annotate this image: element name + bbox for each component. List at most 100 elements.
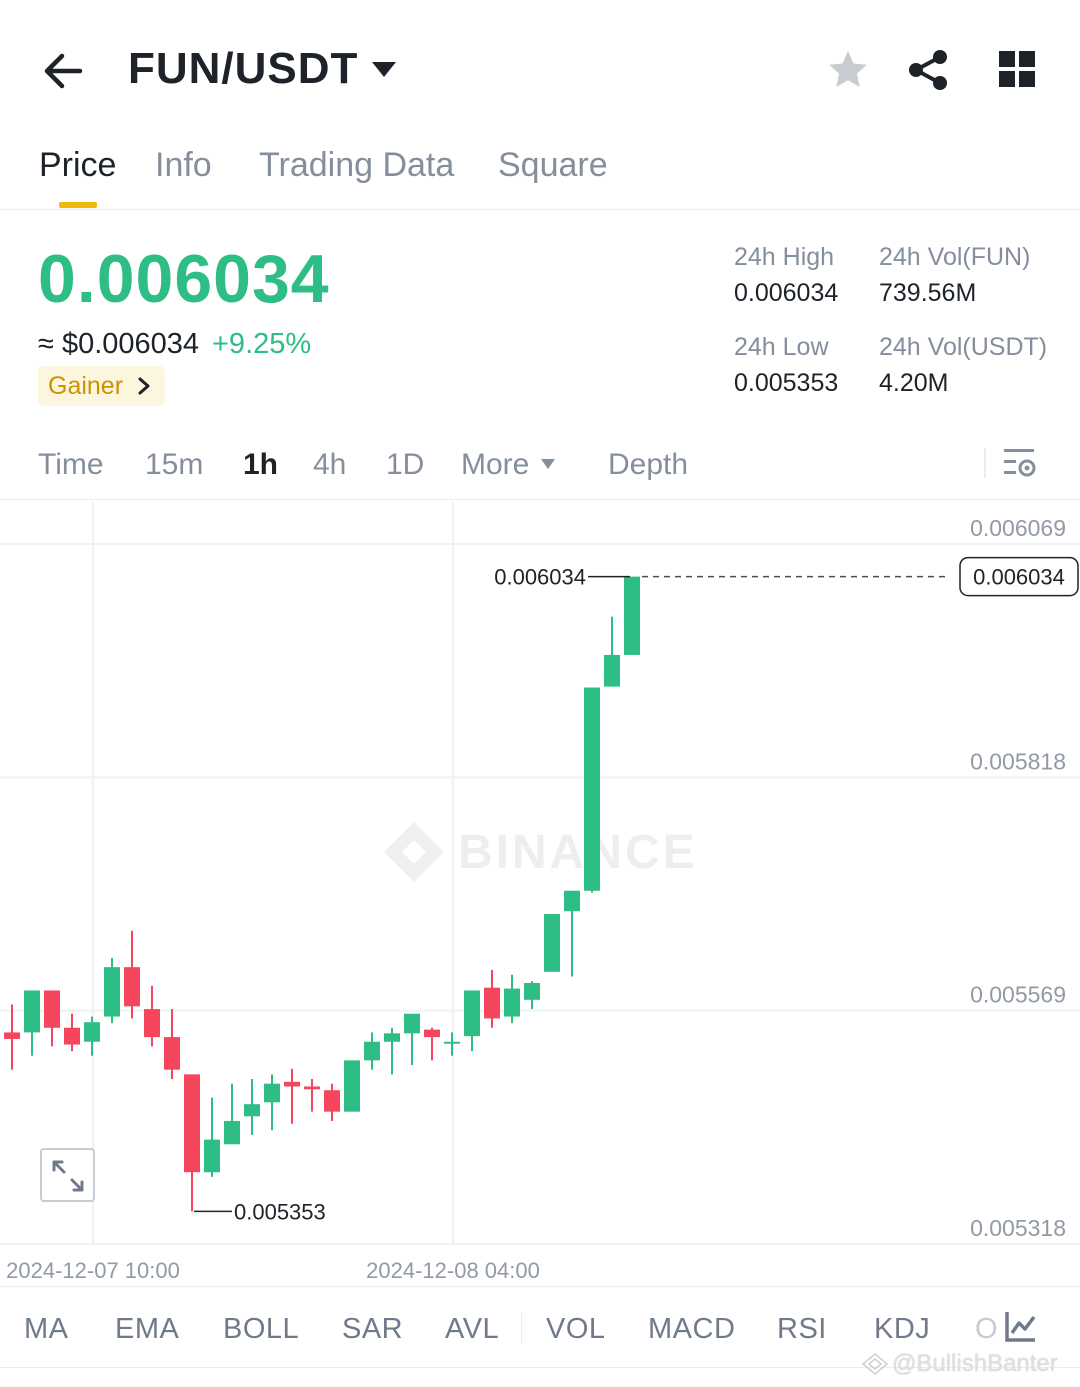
expand-diagonal-icon: [52, 1160, 84, 1192]
y-tick-label: 0.005569: [970, 982, 1066, 1008]
candle-body: [564, 890, 580, 912]
last-price: 0.006034: [38, 241, 330, 317]
trading-pair-title[interactable]: FUN/USDT: [128, 44, 358, 94]
candle-body: [624, 576, 640, 655]
binance-logo-icon: [862, 1353, 888, 1375]
divider: [521, 1313, 522, 1343]
indicator-macd[interactable]: MACD: [648, 1313, 735, 1346]
candle-body: [444, 1041, 460, 1044]
indicator-avl[interactable]: AVL: [445, 1313, 499, 1346]
chart-settings-icon[interactable]: [1002, 446, 1038, 480]
y-tick-label: 0.005318: [970, 1215, 1066, 1241]
star-icon[interactable]: [826, 48, 870, 92]
candle-body: [364, 1041, 380, 1061]
gainer-badge[interactable]: Gainer: [38, 366, 166, 406]
stat-24h-vol-quote-value: 4.20M: [879, 369, 949, 397]
candle-body: [164, 1037, 180, 1070]
stat-24h-high-value: 0.006034: [734, 279, 839, 307]
low-marker-label: 0.005353: [234, 1199, 326, 1224]
indicator-chart-icon[interactable]: [1004, 1309, 1038, 1343]
stat-24h-low-label: 24h Low: [734, 333, 829, 361]
stat-24h-vol-base-value: 739.56M: [879, 279, 977, 307]
indicator-ma[interactable]: MA: [24, 1313, 69, 1346]
candle-body: [424, 1029, 440, 1038]
candle-body: [24, 990, 40, 1033]
high-marker-label: 0.006034: [494, 565, 586, 590]
candle-body: [84, 1022, 100, 1042]
candle-body: [104, 967, 120, 1017]
top-bar: FUN/USDT: [0, 0, 1080, 130]
candle-body: [144, 1009, 160, 1038]
candle-body: [184, 1074, 200, 1173]
candle-body: [464, 990, 480, 1037]
indicator-more-partial[interactable]: O: [975, 1313, 998, 1346]
chart-canvas: 0.006069 0.005818 0.005569 0.005318 2024-12-…: [0, 502, 1080, 1283]
stat-24h-vol-base-label: 24h Vol(FUN): [879, 243, 1031, 271]
last-price-label: 0.006034: [973, 565, 1065, 590]
candlestick-chart[interactable]: 0.006069 0.005818 0.005569 0.005318 2024-12-…: [0, 502, 1080, 1286]
indicator-kdj[interactable]: KDJ: [874, 1313, 930, 1346]
divider: [984, 448, 986, 478]
caret-down-icon[interactable]: [370, 58, 398, 80]
candle-body: [124, 967, 140, 1007]
tab-price[interactable]: Price: [39, 146, 116, 185]
tab-trading-data[interactable]: Trading Data: [259, 146, 454, 185]
active-tab-indicator: [59, 202, 97, 208]
candle-body: [64, 1027, 80, 1045]
interval-1d[interactable]: 1D: [386, 448, 424, 482]
tab-square[interactable]: Square: [498, 146, 608, 185]
candle-body: [324, 1090, 340, 1112]
fiat-price: ≈ $0.006034: [38, 328, 200, 360]
indicator-vol[interactable]: VOL: [546, 1313, 606, 1346]
candle-body: [304, 1086, 320, 1090]
chevron-right-icon: [138, 377, 150, 395]
candle-body: [284, 1081, 300, 1087]
stat-24h-vol-quote-label: 24h Vol(USDT): [879, 333, 1048, 361]
caret-down-icon[interactable]: [540, 458, 556, 470]
candle-body: [204, 1139, 220, 1173]
stat-24h-low-value: 0.005353: [734, 369, 839, 397]
price-change-percent: +9.25%: [212, 328, 312, 360]
tab-info[interactable]: Info: [155, 146, 212, 185]
candle-body: [244, 1104, 260, 1117]
indicator-boll[interactable]: BOLL: [223, 1313, 299, 1346]
candle-body: [44, 990, 60, 1028]
x-tick-label: 2024-12-08 04:00: [366, 1258, 540, 1283]
interval-depth[interactable]: Depth: [608, 448, 688, 482]
interval-time[interactable]: Time: [38, 448, 104, 482]
x-tick-label: 2024-12-07 10:00: [6, 1258, 180, 1283]
candle-body: [584, 687, 600, 891]
interval-4h[interactable]: 4h: [313, 448, 346, 482]
candle-body: [384, 1033, 400, 1042]
candle-body: [4, 1032, 20, 1039]
stat-24h-high-label: 24h High: [734, 243, 835, 271]
fullscreen-button[interactable]: [40, 1148, 95, 1202]
candle-body: [484, 987, 500, 1019]
candle-body: [404, 1013, 420, 1034]
candle-body: [504, 988, 520, 1017]
interval-more[interactable]: More: [461, 448, 529, 482]
candle-body: [604, 654, 620, 687]
interval-1h[interactable]: 1h: [243, 448, 278, 482]
main-tabs: Price Info Trading Data Square: [0, 130, 1080, 210]
candle-body: [224, 1120, 240, 1145]
candle-body: [264, 1083, 280, 1103]
y-tick-label: 0.006069: [970, 515, 1066, 541]
binance-watermark: BINANCE: [384, 822, 698, 882]
gainer-badge-label: Gainer: [48, 371, 124, 400]
indicator-ema[interactable]: EMA: [115, 1313, 179, 1346]
interval-15m[interactable]: 15m: [145, 448, 203, 482]
share-icon[interactable]: [906, 48, 950, 92]
y-tick-label: 0.005818: [970, 748, 1066, 774]
back-arrow-icon[interactable]: [40, 48, 86, 94]
user-watermark: @BullishBanter: [862, 1350, 1058, 1378]
candle-body: [544, 914, 560, 972]
watermark-text: BINANCE: [458, 826, 698, 879]
grid-icon[interactable]: [998, 50, 1036, 88]
interval-bar: Time 15m 1h 4h 1D More Depth: [0, 430, 1080, 500]
indicator-sar[interactable]: SAR: [342, 1313, 403, 1346]
candle-body: [524, 983, 540, 1000]
indicator-rsi[interactable]: RSI: [777, 1313, 827, 1346]
candle-body: [344, 1060, 360, 1112]
watermark-username: @BullishBanter: [892, 1350, 1058, 1377]
